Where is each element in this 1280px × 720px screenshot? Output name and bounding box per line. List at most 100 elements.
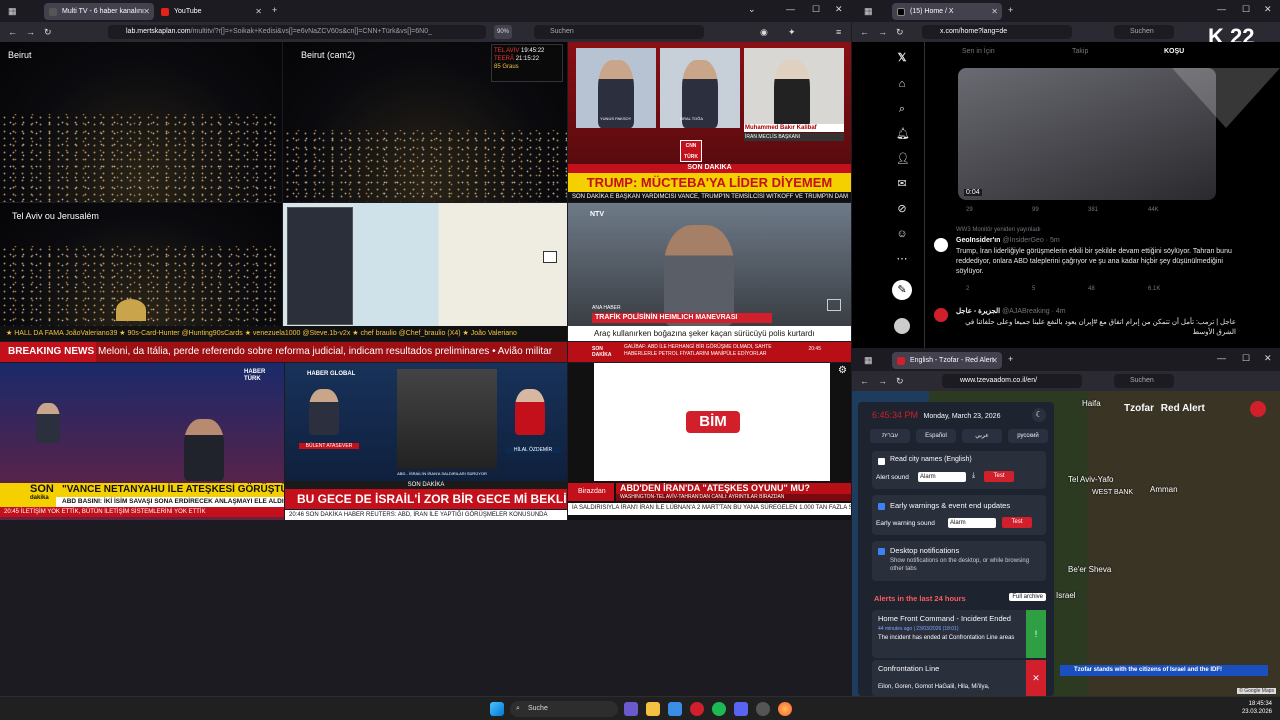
download-icon[interactable]: ⤓ <box>972 472 975 480</box>
x-address-bar[interactable]: x.com/home?lang=de <box>922 25 1072 39</box>
tab-list-icon[interactable]: ⌄ <box>748 4 756 15</box>
steam-icon[interactable] <box>756 702 770 716</box>
lang-arabic-button[interactable]: عربي <box>962 429 1002 443</box>
tab-overview-icon[interactable]: ▦ <box>864 4 873 18</box>
tv-ntv[interactable]: NTV ANA HABER TRAFİK POLİSİNİN HEIMLICH … <box>568 203 851 326</box>
menu-icon[interactable]: ≡ <box>836 25 841 39</box>
tz-search-input[interactable]: Suchen <box>1114 374 1174 388</box>
repost-count[interactable]: 99 <box>1032 207 1039 213</box>
map-screen-share[interactable] <box>283 203 567 326</box>
lang-spanish-button[interactable]: Español <box>916 429 956 443</box>
reply-count[interactable]: 29 <box>966 207 973 213</box>
repost-count[interactable]: 5 <box>1032 286 1035 292</box>
post2-name[interactable]: الجزيرة - عاجل <box>956 308 1000 315</box>
zoom-level[interactable]: 90% <box>494 25 513 39</box>
like-count[interactable]: 381 <box>1088 207 1098 213</box>
tv-a-haber[interactable]: BİM ⚙ Birazdan ABD'DEN İRAN'DA "ATEŞKES … <box>568 363 851 520</box>
minimize-icon[interactable]: — <box>786 4 795 14</box>
cam-beirut-2[interactable]: Beirut (cam2) TEL AVIV 19:45:22 TEERÃ 21… <box>283 42 567 202</box>
tv-cnn-turk[interactable]: YUNUS PAKSOY ORAL TOĞA Muhammed Bakır Ka… <box>568 42 851 202</box>
like-count[interactable]: 48 <box>1088 286 1095 292</box>
alert-test-button[interactable]: Test <box>984 471 1014 482</box>
opera-icon[interactable] <box>690 702 704 716</box>
full-archive-button[interactable]: Full archive <box>1009 593 1046 601</box>
lang-hebrew-button[interactable]: עברית <box>870 429 910 443</box>
post-button[interactable]: ✎ <box>892 280 912 300</box>
view-count[interactable]: 44K <box>1148 207 1159 213</box>
new-tab-icon[interactable]: + <box>272 3 277 17</box>
tab-tzofar[interactable]: English - Tzofar - Red Alert ✕ <box>892 352 1002 369</box>
tray-clock[interactable]: 18:45:34 23.03.2026 <box>1242 700 1272 716</box>
maximize-icon[interactable]: ☐ <box>812 4 820 15</box>
store-icon[interactable] <box>668 702 682 716</box>
tab-overview-icon[interactable]: ▦ <box>864 353 873 367</box>
close-tab-icon[interactable]: ✕ <box>991 352 998 369</box>
tab-youtube[interactable]: YouTube ✕ <box>156 3 266 20</box>
x-logo-icon[interactable]: 𝕏 <box>896 52 908 64</box>
minimize-icon[interactable]: — <box>1217 353 1226 363</box>
aj-avatar[interactable] <box>934 308 948 322</box>
tab-x-home[interactable]: (15) Home / X ✕ <box>892 3 1002 20</box>
tab-multitv[interactable]: Multi TV - 6 haber kanalını ✕ <box>44 3 154 20</box>
forward-icon[interactable]: → <box>26 25 35 39</box>
home-icon[interactable]: ⌂ <box>896 78 908 90</box>
taskbar-search[interactable]: ⌕ Suche <box>510 701 618 717</box>
back-icon[interactable]: ← <box>8 25 17 39</box>
tz-address-bar[interactable]: www.tzevaadom.co.il/en/ <box>942 374 1082 388</box>
x-search-input[interactable]: Suchen <box>1114 25 1174 39</box>
grok-icon[interactable]: ⊘ <box>896 203 908 215</box>
maximize-icon[interactable]: ☐ <box>1242 353 1250 364</box>
more-icon[interactable]: ⋯ <box>896 253 908 265</box>
messages-icon[interactable]: ✉ <box>896 178 908 190</box>
back-icon[interactable]: ← <box>860 25 869 39</box>
extensions-icon[interactable]: ✦ <box>788 25 796 39</box>
cam-beirut[interactable]: Beirut <box>0 42 282 202</box>
early-test-button[interactable]: Test <box>1002 517 1032 528</box>
post1-name[interactable]: GeoInsider'ın <box>956 237 1000 244</box>
new-tab-icon[interactable]: + <box>1008 352 1013 366</box>
discord-icon[interactable] <box>734 702 748 716</box>
close-window-icon[interactable]: ✕ <box>835 4 843 15</box>
spotify-icon[interactable] <box>712 702 726 716</box>
follow-icon[interactable]: 👤︎ <box>896 153 910 165</box>
widgets-icon[interactable] <box>624 702 638 716</box>
new-tab-icon[interactable]: + <box>1008 3 1013 17</box>
account-avatar[interactable] <box>894 318 910 334</box>
explore-icon[interactable]: ⌕ <box>896 103 908 115</box>
popup-icon[interactable] <box>827 299 841 311</box>
cam-tel-aviv[interactable]: Tel Aviv ou Jerusalém <box>0 203 282 326</box>
avatar[interactable] <box>934 238 948 252</box>
x-tab-run[interactable]: KOŞU <box>1164 48 1184 55</box>
alert-item-1[interactable]: Home Front Command - Incident Ended 44 m… <box>872 610 1046 658</box>
file-explorer-icon[interactable] <box>646 702 660 716</box>
close-window-icon[interactable]: ✕ <box>1264 4 1272 15</box>
alert-item-2[interactable]: Confrontation Line Eilon, Goren, Gornot … <box>872 660 1046 696</box>
early-warning-checkbox[interactable] <box>878 503 885 510</box>
back-icon[interactable]: ← <box>860 374 869 388</box>
forward-icon[interactable]: → <box>878 25 887 39</box>
x-tab-for-you[interactable]: Sen in İçin <box>962 48 995 55</box>
view-count[interactable]: 6.1K <box>1148 286 1160 292</box>
theme-toggle-icon[interactable]: ☾ <box>1032 408 1046 422</box>
popup-icon[interactable] <box>543 251 557 263</box>
reload-icon[interactable]: ↻ <box>896 374 904 388</box>
profile-icon[interactable]: ☺ <box>896 228 908 240</box>
minimize-icon[interactable]: — <box>1217 4 1226 14</box>
desktop-notif-checkbox[interactable] <box>878 548 885 555</box>
close-tab-icon[interactable]: ✕ <box>143 3 150 20</box>
settings-gear-icon[interactable]: ⚙ <box>838 365 847 376</box>
lang-russian-button[interactable]: русский <box>1008 429 1048 443</box>
close-window-icon[interactable]: ✕ <box>1264 353 1272 364</box>
x-tab-following[interactable]: Takip <box>1072 48 1088 55</box>
reload-icon[interactable]: ↻ <box>896 25 904 39</box>
search-input[interactable]: Suchen <box>534 25 704 39</box>
reply-count[interactable]: 2 <box>966 286 969 292</box>
close-tab-icon[interactable]: ✕ <box>255 3 262 20</box>
close-tab-icon[interactable]: ✕ <box>991 3 998 20</box>
maximize-icon[interactable]: ☐ <box>1242 4 1250 15</box>
firefox-icon[interactable] <box>778 702 792 716</box>
read-city-checkbox[interactable] <box>878 458 885 465</box>
early-sound-select[interactable]: Alarm <box>948 518 996 528</box>
account-icon[interactable]: ◉ <box>760 25 768 39</box>
notifications-icon[interactable]: 🔔︎ <box>896 128 910 140</box>
